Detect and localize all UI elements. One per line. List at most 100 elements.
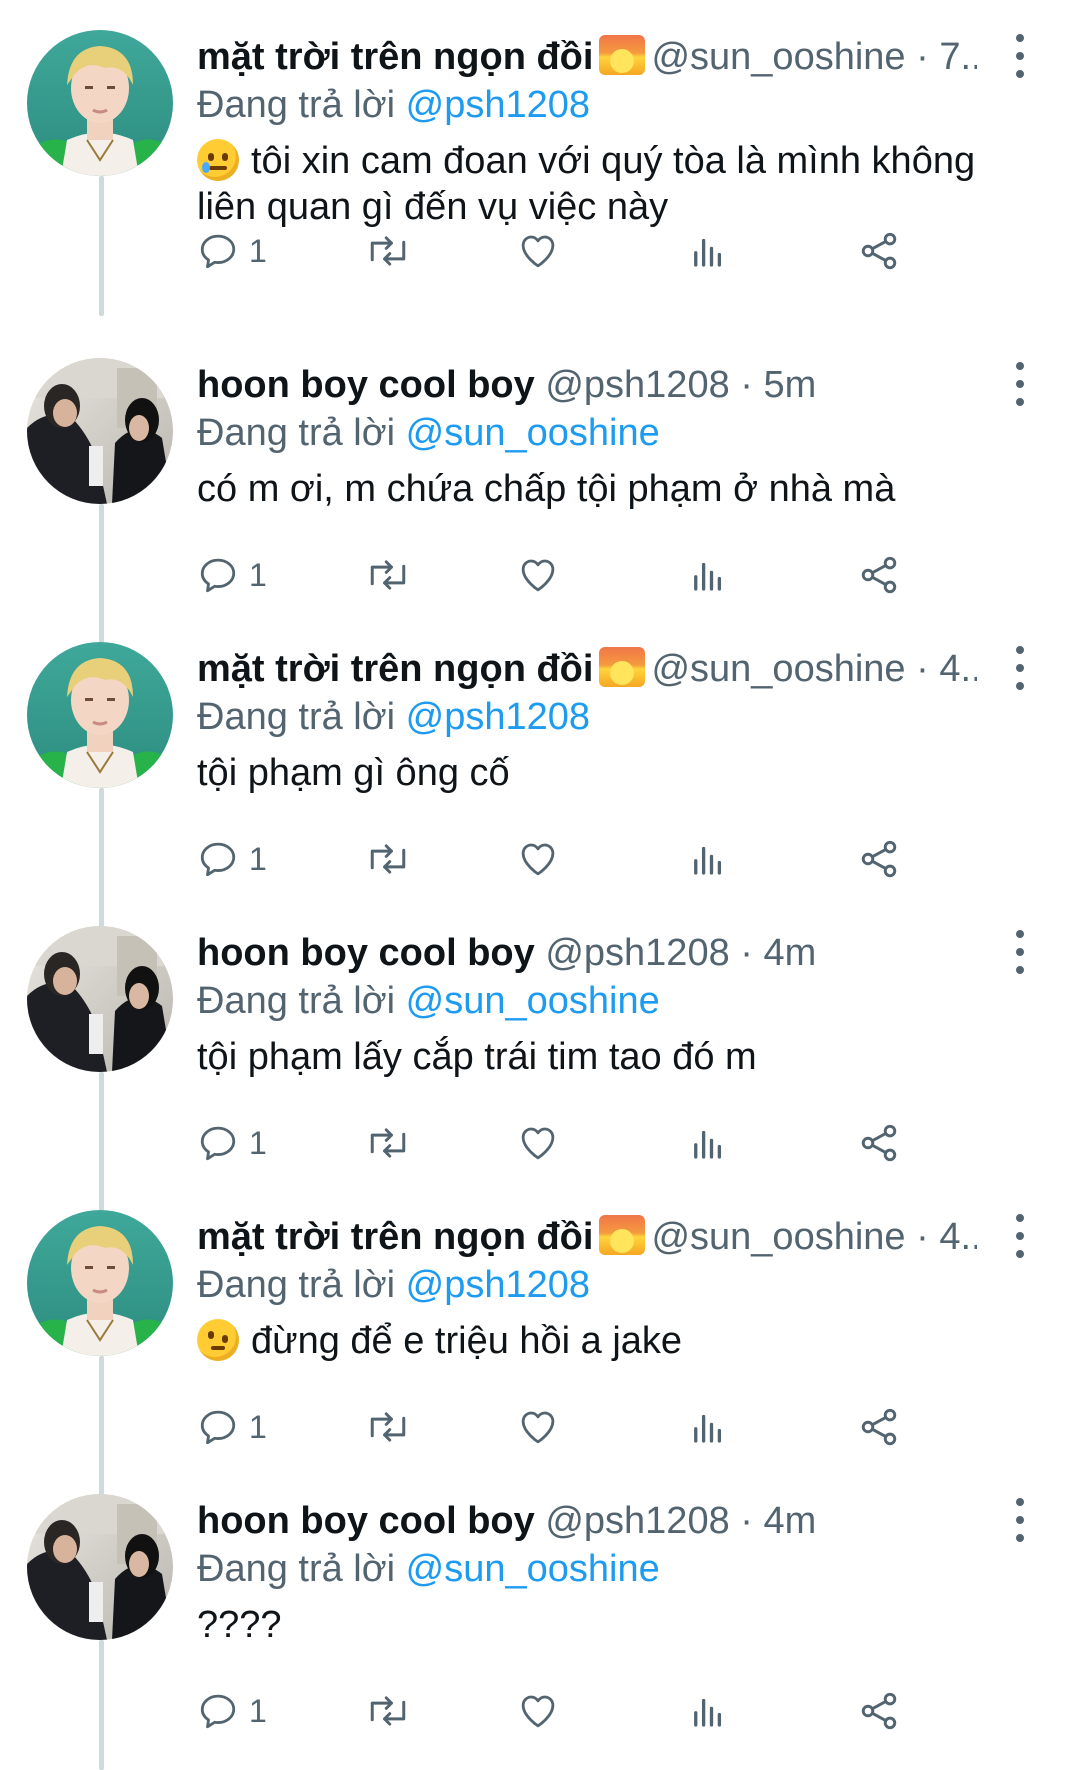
- like-button[interactable]: [517, 1120, 559, 1166]
- tweet-text: tội phạm lấy cắp trái tim tao đó m: [197, 1034, 1007, 1080]
- timestamp[interactable]: · 4...: [916, 1216, 977, 1258]
- tweet-actions: 1: [197, 836, 1017, 882]
- user-handle[interactable]: @sun_ooshine: [651, 648, 905, 690]
- user-handle[interactable]: @psh1208: [545, 364, 729, 406]
- display-name[interactable]: hoon boy cool boy: [197, 1500, 535, 1542]
- sunrise-emoji-icon: [599, 647, 646, 687]
- avatar[interactable]: [27, 30, 173, 176]
- like-icon: [521, 1411, 555, 1444]
- like-button[interactable]: [517, 1404, 559, 1450]
- like-button[interactable]: [517, 552, 559, 598]
- display-name[interactable]: hoon boy cool boy: [197, 932, 535, 974]
- share-button[interactable]: [857, 1404, 901, 1450]
- display-name[interactable]: mặt trời trên ngọn đồi: [197, 36, 593, 78]
- reply-button[interactable]: 1: [197, 1688, 267, 1734]
- retweet-button[interactable]: [365, 552, 411, 598]
- retweet-icon: [370, 560, 406, 590]
- tweet-actions: 1: [197, 228, 1017, 274]
- display-name[interactable]: mặt trời trên ngọn đồi: [197, 1216, 593, 1258]
- timestamp[interactable]: · 7...: [916, 36, 977, 78]
- reply-button[interactable]: 1: [197, 552, 267, 598]
- views-button[interactable]: [687, 1688, 729, 1734]
- avatar[interactable]: [27, 926, 173, 1072]
- tweet-text: tội phạm gì ông cố: [197, 750, 1007, 796]
- display-name[interactable]: mặt trời trên ngọn đồi: [197, 648, 593, 690]
- user-handle[interactable]: @psh1208: [545, 932, 729, 974]
- reply-mention-link[interactable]: @sun_ooshine: [406, 412, 660, 454]
- like-button[interactable]: [517, 228, 559, 274]
- tweet-body: tội phạm gì ông cố: [197, 752, 510, 794]
- reply-prefix: Đang trả lời: [197, 1548, 396, 1590]
- reply-icon: [200, 1126, 236, 1161]
- tweet[interactable]: mặt trời trên ngọn đồi @sun_ooshine · 7..…: [0, 0, 1080, 316]
- reply-button[interactable]: 1: [197, 1120, 267, 1166]
- reply-button[interactable]: 1: [197, 228, 267, 274]
- avatar[interactable]: [27, 1494, 173, 1640]
- tweet-header: mặt trời trên ngọn đồi @sun_ooshine · 7..…: [197, 32, 977, 82]
- views-icon: [694, 562, 722, 591]
- views-button[interactable]: [687, 552, 729, 598]
- share-button[interactable]: [857, 552, 901, 598]
- retweet-button[interactable]: [365, 1688, 411, 1734]
- views-button[interactable]: [687, 1120, 729, 1166]
- tweet[interactable]: hoon boy cool boy @psh1208 · 4m Đang trả…: [0, 896, 1080, 1212]
- retweet-button[interactable]: [365, 1120, 411, 1166]
- timestamp[interactable]: · 4m: [740, 1500, 816, 1542]
- share-button[interactable]: [857, 1120, 901, 1166]
- reply-mention-link[interactable]: @sun_ooshine: [406, 1548, 660, 1590]
- user-handle[interactable]: @sun_ooshine: [651, 36, 905, 78]
- reply-count: 1: [249, 840, 267, 877]
- display-name[interactable]: hoon boy cool boy: [197, 364, 535, 406]
- views-icon: [694, 846, 722, 875]
- more-options-icon[interactable]: [1008, 362, 1032, 406]
- reply-button[interactable]: 1: [197, 836, 267, 882]
- views-button[interactable]: [687, 836, 729, 882]
- like-button[interactable]: [517, 1688, 559, 1734]
- tweet[interactable]: mặt trời trên ngọn đồi @sun_ooshine · 4..…: [0, 612, 1080, 928]
- more-options-icon[interactable]: [1008, 646, 1032, 690]
- avatar[interactable]: [27, 358, 173, 504]
- like-icon: [521, 559, 555, 592]
- reply-count: 1: [249, 1692, 267, 1729]
- reply-mention-link[interactable]: @psh1208: [406, 84, 590, 126]
- reply-icon: [200, 842, 236, 877]
- reply-button[interactable]: 1: [197, 1404, 267, 1450]
- tweet[interactable]: hoon boy cool boy @psh1208 · 5m Đang trả…: [0, 328, 1080, 644]
- avatar[interactable]: [27, 642, 173, 788]
- share-button[interactable]: [857, 836, 901, 882]
- like-button[interactable]: [517, 836, 559, 882]
- reply-prefix: Đang trả lời: [197, 1264, 396, 1306]
- timestamp[interactable]: · 4...: [916, 648, 977, 690]
- reply-icon: [200, 1694, 236, 1729]
- more-options-icon[interactable]: [1008, 1214, 1032, 1258]
- views-icon: [694, 238, 722, 267]
- like-icon: [521, 1695, 555, 1728]
- avatar[interactable]: [27, 1210, 173, 1356]
- tweet-actions: 1: [197, 1120, 1017, 1166]
- share-button[interactable]: [857, 1688, 901, 1734]
- tweet[interactable]: mặt trời trên ngọn đồi @sun_ooshine · 4..…: [0, 1180, 1080, 1496]
- more-options-icon[interactable]: [1008, 930, 1032, 974]
- more-options-icon[interactable]: [1008, 1498, 1032, 1542]
- views-button[interactable]: [687, 1404, 729, 1450]
- reply-mention-link[interactable]: @psh1208: [406, 1264, 590, 1306]
- user-handle[interactable]: @psh1208: [545, 1500, 729, 1542]
- more-options-icon[interactable]: [1008, 34, 1032, 78]
- timestamp[interactable]: · 5m: [740, 364, 816, 406]
- smiling-face-with-tear-icon: [197, 139, 239, 181]
- tweet-text: tôi xin cam đoan với quý tòa là mình khô…: [197, 138, 1007, 230]
- retweet-button[interactable]: [365, 228, 411, 274]
- reply-mention-link[interactable]: @psh1208: [406, 696, 590, 738]
- tweet-actions: 1: [197, 1404, 1017, 1450]
- tweet[interactable]: hoon boy cool boy @psh1208 · 4m Đang trả…: [0, 1464, 1080, 1770]
- replying-to: Đang trả lời @sun_ooshine: [197, 1544, 660, 1594]
- retweet-button[interactable]: [365, 1404, 411, 1450]
- retweet-button[interactable]: [365, 836, 411, 882]
- views-button[interactable]: [687, 228, 729, 274]
- reply-mention-link[interactable]: @sun_ooshine: [406, 980, 660, 1022]
- share-button[interactable]: [857, 228, 901, 274]
- timestamp[interactable]: · 4m: [740, 932, 816, 974]
- replying-to: Đang trả lời @psh1208: [197, 692, 590, 742]
- share-icon: [861, 1692, 897, 1730]
- user-handle[interactable]: @sun_ooshine: [651, 1216, 905, 1258]
